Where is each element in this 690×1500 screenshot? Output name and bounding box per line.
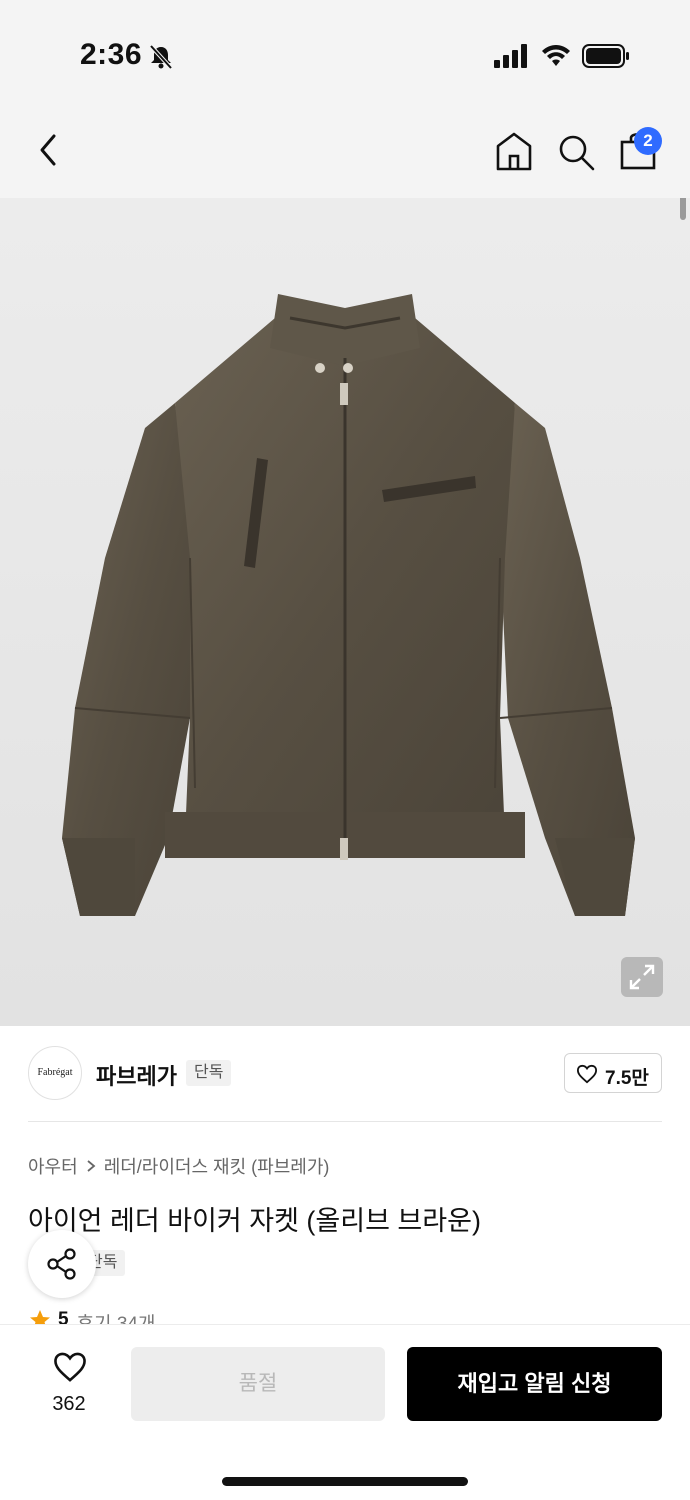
product-image[interactable]: [0, 198, 690, 1026]
battery-icon: [582, 44, 629, 68]
breadcrumb-subcategory[interactable]: 레더/라이더스 재킷 (파브레가): [104, 1153, 330, 1179]
brand-like-button[interactable]: 7.5만: [564, 1053, 662, 1093]
scroll-indicator[interactable]: [680, 198, 686, 220]
wishlist-button[interactable]: 362: [36, 1351, 102, 1421]
chevron-right-icon: [87, 1160, 96, 1172]
brand-row: Fabrégat 파브레가 단독 7.5만: [0, 1026, 690, 1122]
expand-icon: [629, 964, 655, 990]
bell-slash-icon: [149, 44, 173, 70]
bottom-action-bar: 362 품절 재입고 알림 신청: [0, 1324, 690, 1500]
back-icon[interactable]: [32, 130, 64, 170]
jacket-illustration: [62, 294, 635, 916]
share-icon: [47, 1248, 76, 1280]
nav-bar: [0, 100, 690, 198]
signal-icon: [494, 44, 527, 68]
status-time: 2:36: [80, 38, 143, 71]
share-button[interactable]: [28, 1230, 96, 1298]
home-indicator[interactable]: [222, 1477, 468, 1486]
expand-button[interactable]: [621, 957, 663, 997]
brand-like-count: 7.5만: [605, 1068, 649, 1089]
wishlist-count: 362: [52, 1393, 86, 1415]
exclusive-tag: 단독: [186, 1060, 232, 1086]
home-icon[interactable]: [494, 130, 534, 172]
heart-icon: [576, 1064, 598, 1084]
heart-icon: [54, 1352, 86, 1382]
brand-logo[interactable]: Fabrégat: [28, 1046, 82, 1100]
status-bar: 2:36: [0, 0, 690, 100]
breadcrumb: 아우터 레더/라이더스 재킷 (파브레가): [28, 1153, 329, 1179]
soldout-button: 품절: [131, 1347, 385, 1421]
restock-alert-button[interactable]: 재입고 알림 신청: [407, 1347, 662, 1421]
rating-row[interactable]: 5 후기 34개: [28, 1306, 155, 1326]
wifi-icon: [542, 45, 570, 66]
breadcrumb-category[interactable]: 아우터: [28, 1153, 78, 1179]
product-title: 아이언 레더 바이커 자켓 (올리브 브라운): [28, 1206, 481, 1236]
divider: [28, 1121, 662, 1122]
search-icon[interactable]: [556, 132, 596, 172]
cart-badge: 2: [634, 127, 662, 155]
brand-name[interactable]: 파브레가: [96, 1059, 177, 1091]
